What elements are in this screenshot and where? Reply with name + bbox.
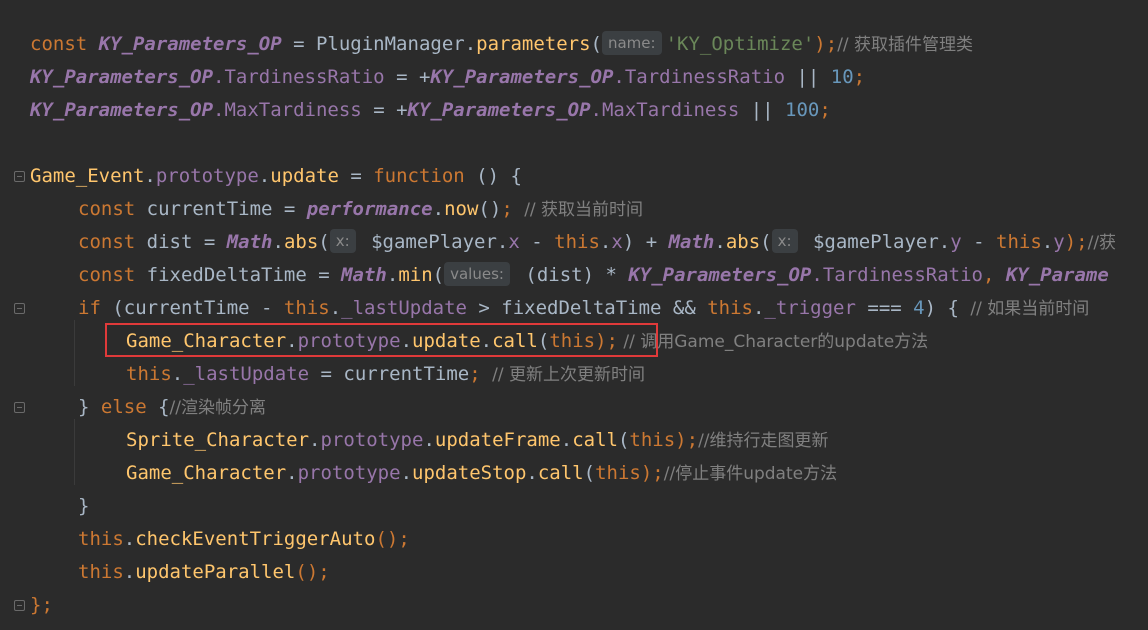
code-line: this.checkEventTriggerAuto();	[78, 528, 410, 550]
fold-icon[interactable]	[14, 402, 25, 413]
code-comment: //获	[1087, 233, 1117, 253]
code-line: const dist = Math.abs(x: $gamePlayer.x -…	[78, 229, 1117, 253]
code-comment: // 更新上次更新时间	[492, 365, 645, 385]
code-line: const fixedDeltaTime = Math.min(values: …	[78, 262, 1109, 286]
fold-icon[interactable]	[14, 171, 25, 182]
code-line: const currentTime = performance.now(); /…	[78, 198, 644, 220]
code-line: Sprite_Character.prototype.updateFrame.c…	[126, 429, 829, 451]
code-line: KY_Parameters_OP.TardinessRatio = +KY_Pa…	[30, 66, 866, 88]
code-comment: //停止事件update方法	[663, 464, 838, 484]
code-line: Game_Character.prototype.updateStop.call…	[126, 462, 838, 484]
code-comment: //维持行走图更新	[698, 431, 829, 451]
parameter-hint: x:	[771, 229, 798, 253]
highlight-box	[105, 323, 658, 357]
code-line: Game_Event.prototype.update = function (…	[30, 165, 522, 187]
editor-gutter	[0, 0, 28, 630]
code-line: } else {//渲染帧分离	[78, 396, 267, 418]
parameter-hint: x:	[329, 229, 356, 253]
fold-icon[interactable]	[14, 303, 25, 314]
code-line: };	[30, 594, 53, 616]
code-line: if (currentTime - this._lastUpdate > fix…	[78, 297, 1090, 319]
code-line: KY_Parameters_OP.MaxTardiness = +KY_Para…	[30, 99, 831, 121]
code-comment: // 调用Game_Character的update方法	[617, 332, 929, 352]
parameter-hint: name:	[601, 31, 662, 55]
code-comment: // 获取当前时间	[524, 200, 644, 220]
parameter-hint: values:	[444, 262, 510, 286]
code-editor[interactable]: const KY_Parameters_OP = PluginManager.p…	[0, 0, 1148, 630]
code-comment: // 获取插件管理类	[837, 35, 974, 55]
code-line: }	[78, 495, 90, 517]
code-line: this.updateParallel();	[78, 561, 330, 583]
code-comment: // 如果当前时间	[970, 299, 1090, 319]
code-line: const KY_Parameters_OP = PluginManager.p…	[30, 31, 974, 55]
code-comment: //渲染帧分离	[169, 398, 267, 418]
code-line: this._lastUpdate = currentTime; // 更新上次更…	[126, 363, 645, 385]
fold-icon[interactable]	[14, 600, 25, 611]
